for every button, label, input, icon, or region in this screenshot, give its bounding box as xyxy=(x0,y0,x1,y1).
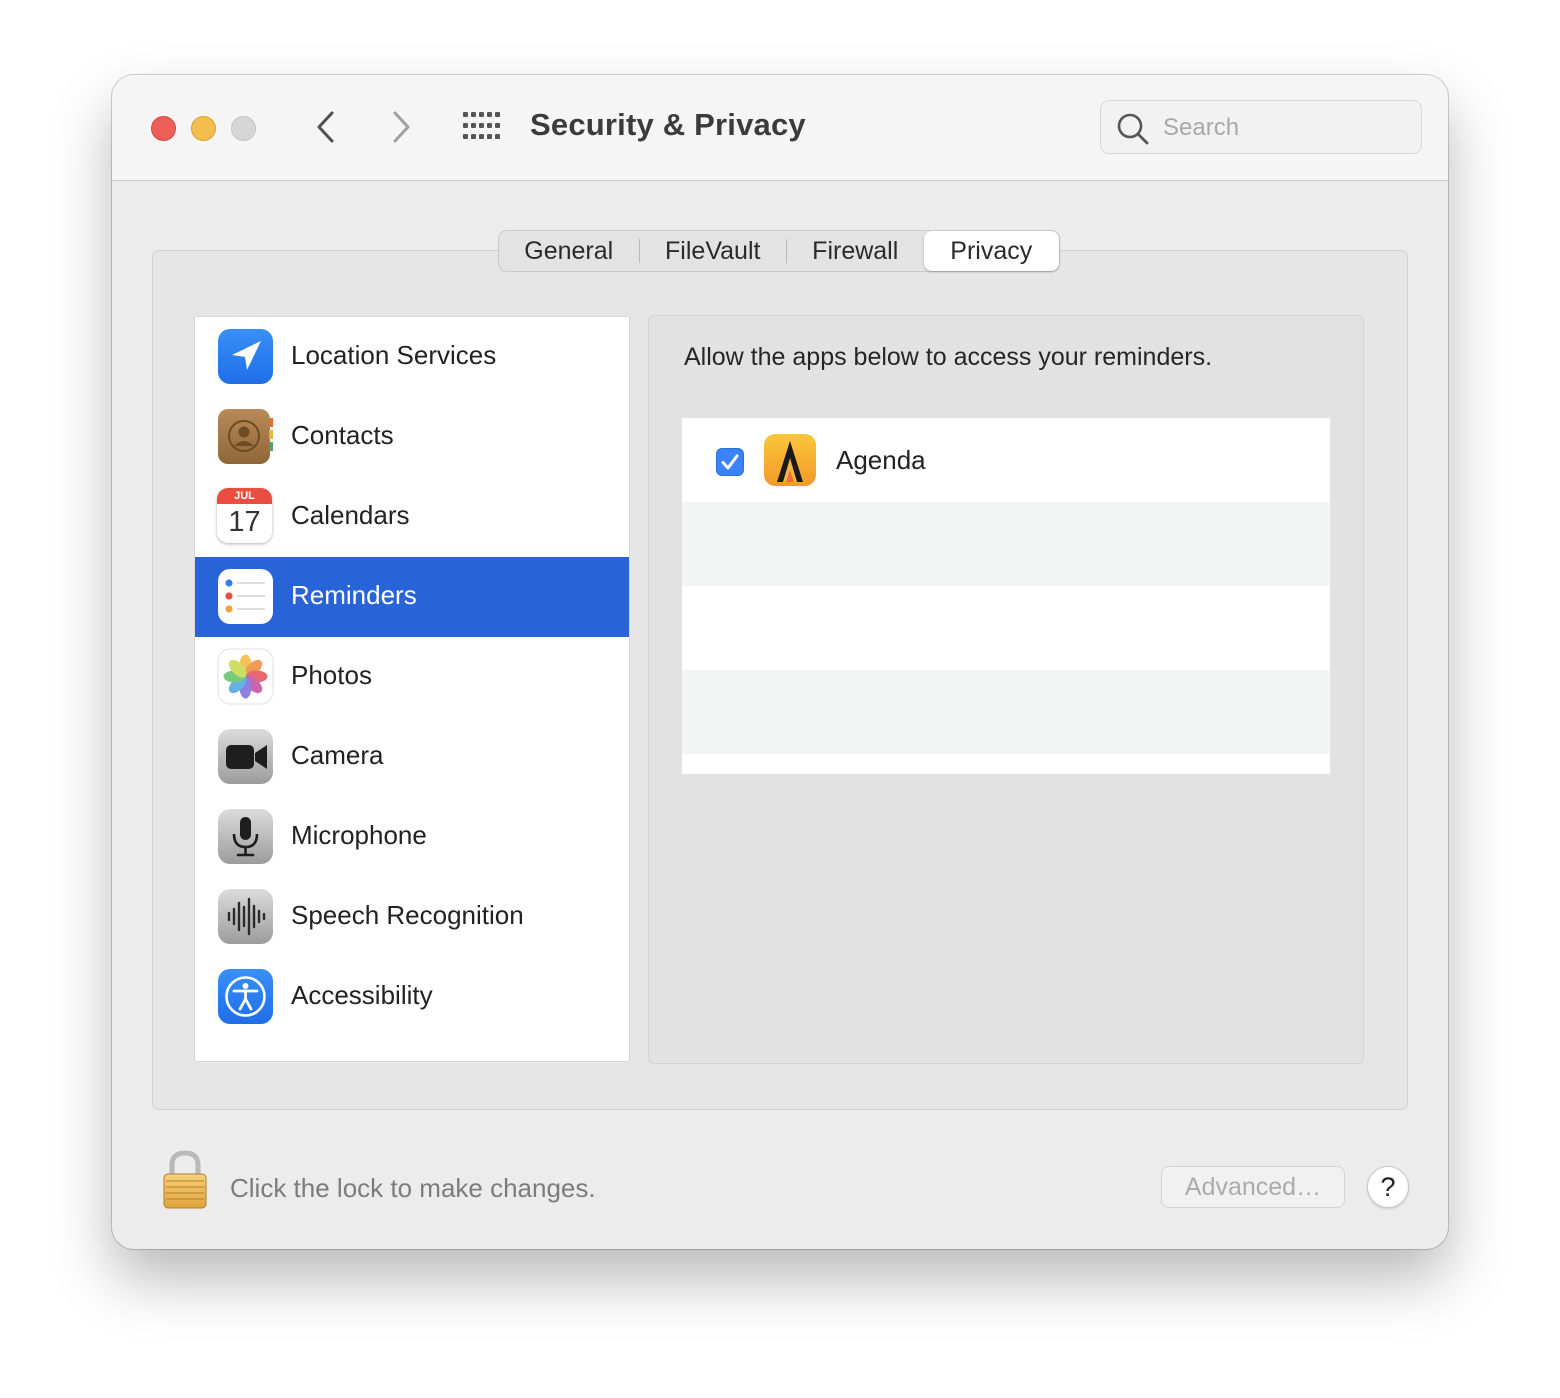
app-access-list: Agenda xyxy=(682,418,1330,774)
app-access-checkbox[interactable] xyxy=(716,448,744,476)
security-privacy-window: Security & Privacy General FileVault Fir… xyxy=(112,75,1448,1249)
sidebar-item-label: Location Services xyxy=(291,340,497,370)
chevron-left-icon xyxy=(317,111,334,143)
checkmark-icon xyxy=(721,454,739,470)
sidebar-item-accessibility[interactable]: Accessibility xyxy=(195,957,629,1037)
sidebar-item-contacts[interactable]: Contacts xyxy=(195,397,629,477)
contacts-book-icon xyxy=(218,409,273,464)
agenda-app-icon xyxy=(764,434,816,486)
video-camera-icon xyxy=(218,729,273,784)
empty-list-row xyxy=(682,586,1330,670)
minimize-window-button[interactable] xyxy=(191,116,216,141)
tab-general[interactable]: General xyxy=(499,231,639,271)
sidebar-item-reminders[interactable]: Reminders xyxy=(195,557,629,637)
close-window-button[interactable] xyxy=(151,116,176,141)
sidebar-item-location-services[interactable]: Location Services xyxy=(195,317,629,397)
sidebar-item-label: Photos xyxy=(291,660,372,690)
reminders-list-icon xyxy=(218,569,273,624)
location-arrow-icon xyxy=(218,329,273,384)
list-item[interactable]: Agenda xyxy=(682,418,1330,502)
sidebar-item-speech-recognition[interactable]: Speech Recognition xyxy=(195,877,629,957)
accessibility-figure-icon xyxy=(218,969,273,1024)
reminders-access-pane: Allow the apps below to access your remi… xyxy=(648,315,1364,1064)
sidebar-item-label: Contacts xyxy=(291,420,394,450)
zoom-window-button[interactable] xyxy=(231,116,256,141)
search-input[interactable] xyxy=(1161,109,1405,147)
sidebar-item-label: Speech Recognition xyxy=(291,900,524,930)
tab-filevault[interactable]: FileVault xyxy=(640,231,786,271)
search-field[interactable] xyxy=(1100,100,1422,154)
tab-bar: General FileVault Firewall Privacy xyxy=(498,230,1060,272)
help-button[interactable]: ? xyxy=(1367,1166,1409,1208)
show-all-grid-button[interactable] xyxy=(463,112,501,140)
chevron-right-icon xyxy=(393,111,410,143)
app-name: Agenda xyxy=(836,445,926,475)
tab-firewall[interactable]: Firewall xyxy=(787,231,924,271)
empty-list-row xyxy=(682,502,1330,586)
sidebar-item-label: Reminders xyxy=(291,580,417,610)
microphone-icon xyxy=(218,809,273,864)
sidebar-item-label: Camera xyxy=(291,740,384,770)
calendar-icon: JUL 17 xyxy=(217,488,272,543)
photos-flower-icon xyxy=(217,648,274,705)
sidebar-item-label: Accessibility xyxy=(291,980,433,1010)
sidebar-item-label: Calendars xyxy=(291,500,410,530)
pane-description: Allow the apps below to access your remi… xyxy=(684,343,1213,371)
privacy-category-list: Location Services Contacts JUL 17 Calend… xyxy=(194,316,630,1062)
title-bar: Security & Privacy xyxy=(112,75,1448,181)
forward-button[interactable] xyxy=(378,105,422,149)
grid-icon xyxy=(463,112,500,139)
sidebar-item-photos[interactable]: Photos xyxy=(195,637,629,717)
advanced-button[interactable]: Advanced… xyxy=(1161,1166,1345,1208)
lock-status-text: Click the lock to make changes. xyxy=(230,1173,596,1203)
tab-privacy[interactable]: Privacy xyxy=(923,231,1060,271)
waveform-icon xyxy=(218,889,273,944)
window-title: Security & Privacy xyxy=(530,107,806,142)
empty-list-row xyxy=(682,670,1330,754)
calendar-month: JUL xyxy=(217,488,272,504)
calendar-day: 17 xyxy=(228,506,261,538)
sidebar-item-calendars[interactable]: JUL 17 Calendars xyxy=(195,477,629,557)
lock-icon[interactable] xyxy=(160,1150,210,1210)
sidebar-item-camera[interactable]: Camera xyxy=(195,717,629,797)
back-button[interactable] xyxy=(305,105,349,149)
sidebar-item-label: Microphone xyxy=(291,820,427,850)
sidebar-item-microphone[interactable]: Microphone xyxy=(195,797,629,877)
search-icon xyxy=(1117,113,1149,145)
